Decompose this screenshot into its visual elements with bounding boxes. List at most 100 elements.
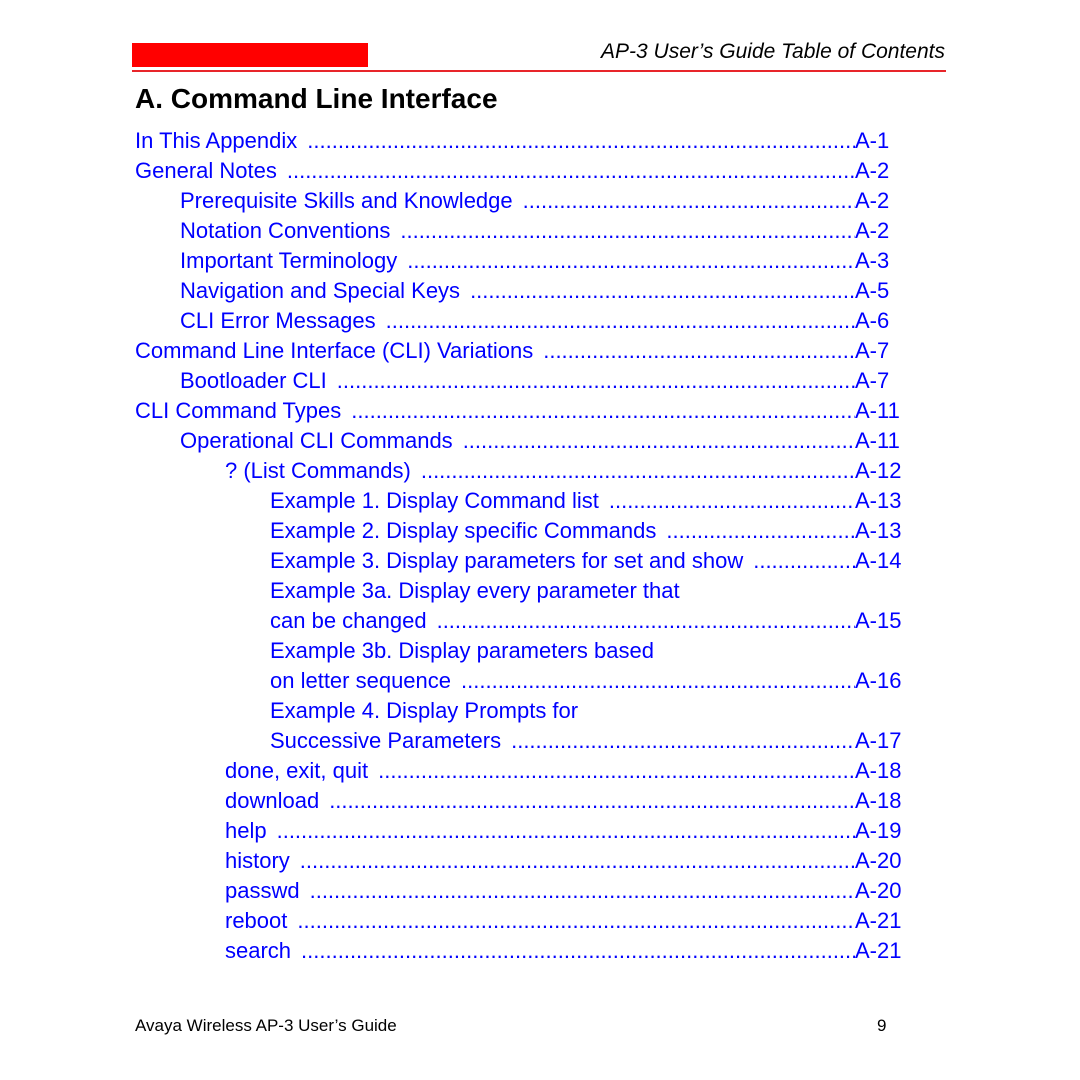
toc-page-number[interactable]: A-11 [855, 426, 900, 456]
toc-entry-label[interactable]: Example 4. Display Prompts for [270, 696, 589, 726]
toc-entry-label[interactable]: General Notes [135, 156, 287, 186]
toc-entry-label[interactable]: done, exit, quit [225, 756, 379, 786]
toc-entry[interactable]: Example 4. Display Prompts for [0, 696, 1080, 726]
toc-entry[interactable]: passwd A-20 [0, 876, 1080, 906]
toc-entry-text[interactable]: Bootloader CLI [180, 366, 855, 396]
toc-entry-label[interactable]: help [225, 816, 277, 846]
toc-entry-label[interactable]: ? (List Commands) [225, 456, 421, 486]
toc-entry-text[interactable]: download [225, 786, 855, 816]
toc-entry[interactable]: done, exit, quit A-18 [0, 756, 1080, 786]
toc-page-number[interactable]: A-6 [855, 306, 889, 336]
toc-entry[interactable]: Notation Conventions A-2 [0, 216, 1080, 246]
toc-entry-text[interactable]: CLI Error Messages [180, 306, 855, 336]
toc-entry[interactable]: reboot A-21 [0, 906, 1080, 936]
toc-entry-label[interactable]: Operational CLI Commands [180, 426, 463, 456]
toc-entry[interactable]: Prerequisite Skills and Knowledge A-2 [0, 186, 1080, 216]
toc-page-number[interactable]: A-20 [855, 876, 901, 906]
toc-entry[interactable]: In This Appendix A-1 [0, 126, 1080, 156]
toc-page-number[interactable]: A-21 [855, 936, 901, 966]
toc-page-number[interactable]: A-18 [855, 756, 901, 786]
toc-entry[interactable]: Bootloader CLI A-7 [0, 366, 1080, 396]
toc-entry-text[interactable]: on letter sequence [270, 666, 855, 696]
toc-entry-label[interactable]: Successive Parameters [270, 726, 512, 756]
toc-entry-text[interactable]: done, exit, quit [225, 756, 855, 786]
toc-entry-text[interactable]: General Notes [135, 156, 855, 186]
toc-page-number[interactable]: A-7 [855, 336, 889, 366]
toc-entry-label[interactable]: Notation Conventions [180, 216, 401, 246]
toc-entry-label[interactable]: Example 1. Display Command list [270, 486, 609, 516]
toc-entry-label[interactable]: Navigation and Special Keys [180, 276, 471, 306]
toc-entry-text[interactable]: Notation Conventions [180, 216, 855, 246]
toc-entry[interactable]: Example 3b. Display parameters based [0, 636, 1080, 666]
toc-entry[interactable]: Operational CLI Commands A-11 [0, 426, 1080, 456]
toc-entry-label[interactable]: Important Terminology [180, 246, 408, 276]
toc-page-number[interactable]: A-11 [855, 396, 900, 426]
toc-entry-text[interactable]: Prerequisite Skills and Knowledge [180, 186, 855, 216]
toc-entry-label[interactable]: reboot [225, 906, 298, 936]
toc-entry-text[interactable]: Important Terminology [180, 246, 855, 276]
toc-entry-text[interactable]: Example 3. Display parameters for set an… [270, 546, 855, 576]
toc-entry-label[interactable]: on letter sequence [270, 666, 462, 696]
toc-entry-label[interactable]: CLI Error Messages [180, 306, 386, 336]
toc-entry-text[interactable]: CLI Command Types [135, 396, 855, 426]
toc-page-number[interactable]: A-19 [855, 816, 901, 846]
toc-page-number[interactable]: A-2 [855, 186, 889, 216]
toc-entry-text[interactable]: Operational CLI Commands [180, 426, 855, 456]
toc-entry[interactable]: ? (List Commands) A-12 [0, 456, 1080, 486]
toc-page-number[interactable]: A-5 [855, 276, 889, 306]
toc-entry-label[interactable]: Example 3b. Display parameters based [270, 636, 664, 666]
toc-entry-text[interactable]: Example 2. Display specific Commands [270, 516, 855, 546]
toc-page-number[interactable]: A-18 [855, 786, 901, 816]
toc-entry[interactable]: Important Terminology A-3 [0, 246, 1080, 276]
toc-page-number[interactable]: A-15 [855, 606, 901, 636]
toc-entry-text[interactable]: can be changed [270, 606, 855, 636]
toc-entry-text[interactable]: search [225, 936, 855, 966]
toc-entry-text[interactable]: Example 4. Display Prompts for [270, 696, 589, 726]
toc-entry[interactable]: history A-20 [0, 846, 1080, 876]
toc-page-number[interactable]: A-21 [855, 906, 901, 936]
toc-page-number[interactable]: A-12 [855, 456, 901, 486]
toc-entry[interactable]: can be changed A-15 [0, 606, 1080, 636]
toc-entry-text[interactable]: In This Appendix [135, 126, 855, 156]
toc-page-number[interactable]: A-17 [855, 726, 901, 756]
toc-page-number[interactable]: A-1 [855, 126, 889, 156]
toc-entry[interactable]: Successive Parameters A-17 [0, 726, 1080, 756]
toc-page-number[interactable]: A-13 [855, 516, 901, 546]
toc-entry[interactable]: General Notes A-2 [0, 156, 1080, 186]
toc-page-number[interactable]: A-20 [855, 846, 901, 876]
toc-page-number[interactable]: A-13 [855, 486, 901, 516]
toc-entry-label[interactable]: Example 3a. Display every parameter that [270, 576, 690, 606]
toc-page-number[interactable]: A-16 [855, 666, 901, 696]
toc-entry-text[interactable]: reboot [225, 906, 855, 936]
toc-entry-label[interactable]: Example 2. Display specific Commands [270, 516, 667, 546]
toc-entry[interactable]: Example 3. Display parameters for set an… [0, 546, 1080, 576]
toc-entry-label[interactable]: Example 3. Display parameters for set an… [270, 546, 754, 576]
toc-entry-text[interactable]: Command Line Interface (CLI) Variations [135, 336, 855, 366]
toc-entry-label[interactable]: download [225, 786, 330, 816]
toc-entry-text[interactable]: passwd [225, 876, 855, 906]
toc-entry-label[interactable]: search [225, 936, 302, 966]
toc-entry-text[interactable]: help [225, 816, 855, 846]
toc-entry-text[interactable]: Example 3a. Display every parameter that [270, 576, 690, 606]
toc-page-number[interactable]: A-14 [855, 546, 901, 576]
toc-entry-text[interactable]: ? (List Commands) [225, 456, 855, 486]
toc-entry-label[interactable]: history [225, 846, 300, 876]
toc-entry[interactable]: Navigation and Special Keys A-5 [0, 276, 1080, 306]
toc-entry[interactable]: Example 2. Display specific Commands A-13 [0, 516, 1080, 546]
toc-entry-label[interactable]: CLI Command Types [135, 396, 352, 426]
toc-entry-text[interactable]: history [225, 846, 855, 876]
toc-entry-label[interactable]: Bootloader CLI [180, 366, 337, 396]
toc-entry-label[interactable]: passwd [225, 876, 310, 906]
toc-page-number[interactable]: A-2 [855, 216, 889, 246]
toc-entry-text[interactable]: Example 3b. Display parameters based [270, 636, 664, 666]
toc-entry[interactable]: CLI Error Messages A-6 [0, 306, 1080, 336]
toc-entry[interactable]: Command Line Interface (CLI) Variations A… [0, 336, 1080, 366]
toc-entry[interactable]: Example 3a. Display every parameter that [0, 576, 1080, 606]
toc-entry-text[interactable]: Example 1. Display Command list [270, 486, 855, 516]
toc-entry-label[interactable]: can be changed [270, 606, 437, 636]
toc-entry[interactable]: Example 1. Display Command list A-13 [0, 486, 1080, 516]
toc-entry[interactable]: download A-18 [0, 786, 1080, 816]
toc-entry-label[interactable]: Prerequisite Skills and Knowledge [180, 186, 523, 216]
toc-entry[interactable]: help A-19 [0, 816, 1080, 846]
toc-entry[interactable]: search A-21 [0, 936, 1080, 966]
